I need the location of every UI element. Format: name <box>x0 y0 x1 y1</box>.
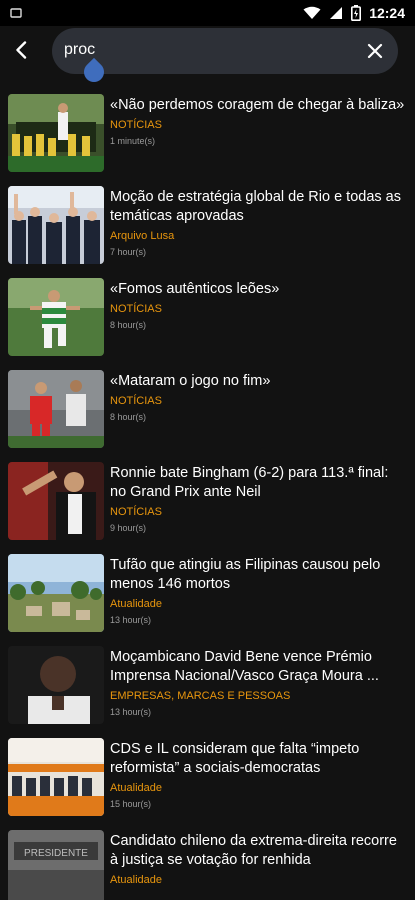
search-bar <box>0 26 415 87</box>
article-category: NOTÍCIAS <box>110 303 162 315</box>
svg-text:PRESIDENTE: PRESIDENTE <box>24 848 88 859</box>
article-category: NOTÍCIAS <box>110 506 162 518</box>
article-thumbnail <box>8 554 104 632</box>
list-item[interactable]: «Fomos autênticos leões» NOTÍCIAS 8 hour… <box>0 270 415 362</box>
notification-icon <box>10 8 22 18</box>
article-time: 9 hour(s) <box>110 523 147 533</box>
list-item[interactable]: Moção de estratégia global de Rio e toda… <box>0 178 415 270</box>
article-category: NOTÍCIAS <box>110 395 162 407</box>
football-match-image <box>8 370 104 448</box>
list-item[interactable]: Moçambicano David Bene vence Prémio Impr… <box>0 638 415 730</box>
article-time: 13 hour(s) <box>110 707 152 717</box>
article-thumbnail <box>8 738 104 816</box>
article-title: Candidato chileno da extrema-direita rec… <box>110 833 397 868</box>
list-item[interactable]: PRESIDENTE Candidato chileno da extrema-… <box>0 822 415 900</box>
wifi-icon <box>303 6 321 19</box>
signal-icon <box>330 7 343 19</box>
article-thumbnail <box>8 370 104 448</box>
article-time: 7 hour(s) <box>110 247 147 257</box>
congress-stage-image <box>8 738 104 816</box>
article-category: EMPRESAS, MARCAS E PESSOAS <box>110 690 291 702</box>
article-time: 13 hour(s) <box>110 615 152 625</box>
text-cursor-handle[interactable] <box>79 57 109 87</box>
battery-icon <box>351 5 362 21</box>
clear-search-button[interactable] <box>364 40 386 62</box>
typhoon-damage-image <box>8 554 104 632</box>
list-item[interactable]: Ronnie bate Bingham (6-2) para 113.ª fin… <box>0 454 415 546</box>
status-time: 12:24 <box>369 5 405 21</box>
snooker-player-image <box>8 462 104 540</box>
article-title: Moçambicano David Bene vence Prémio Impr… <box>110 649 379 684</box>
article-time: 15 hour(s) <box>110 799 152 809</box>
article-thumbnail <box>8 646 104 724</box>
search-field <box>52 28 398 87</box>
congress-crowd-image <box>8 186 104 264</box>
article-thumbnail <box>8 94 104 172</box>
article-title: «Fomos autênticos leões» <box>110 281 280 297</box>
article-time: 8 hour(s) <box>110 320 147 330</box>
article-thumbnail <box>8 278 104 356</box>
article-category: Arquivo Lusa <box>110 230 175 242</box>
presidente-sign-image: PRESIDENTE <box>8 830 104 900</box>
article-time: 8 hour(s) <box>110 412 147 422</box>
article-category: Atualidade <box>110 782 162 794</box>
article-thumbnail <box>8 462 104 540</box>
article-time: 1 minute(s) <box>110 136 156 146</box>
article-title: «Não perdemos coragem de chegar à baliza… <box>110 97 405 113</box>
article-title: Ronnie bate Bingham (6-2) para 113.ª fin… <box>110 465 389 500</box>
status-bar: 12:24 <box>0 0 415 26</box>
article-title: CDS e IL consideram que falta “impeto re… <box>110 741 360 776</box>
portrait-image <box>8 646 104 724</box>
football-team-image <box>8 94 104 172</box>
football-player-image <box>8 278 104 356</box>
article-title: «Mataram o jogo no fim» <box>110 373 271 389</box>
close-icon <box>367 43 383 59</box>
list-item[interactable]: CDS e IL consideram que falta “impeto re… <box>0 730 415 822</box>
article-category: NOTÍCIAS <box>110 119 162 131</box>
article-thumbnail: PRESIDENTE <box>8 830 104 900</box>
article-thumbnail <box>8 186 104 264</box>
article-category: Atualidade <box>110 598 162 610</box>
article-category: Atualidade <box>110 874 162 886</box>
list-item[interactable]: Tufão que atingiu as Filipinas causou pe… <box>0 546 415 638</box>
list-item[interactable]: «Mataram o jogo no fim» NOTÍCIAS 8 hour(… <box>0 362 415 454</box>
arrow-left-icon <box>16 41 27 59</box>
search-input[interactable] <box>64 38 354 62</box>
back-button[interactable] <box>8 36 34 64</box>
article-title: Moção de estratégia global de Rio e toda… <box>110 189 401 224</box>
list-item[interactable]: «Não perdemos coragem de chegar à baliza… <box>0 86 415 178</box>
article-title: Tufão que atingiu as Filipinas causou pe… <box>110 557 381 592</box>
